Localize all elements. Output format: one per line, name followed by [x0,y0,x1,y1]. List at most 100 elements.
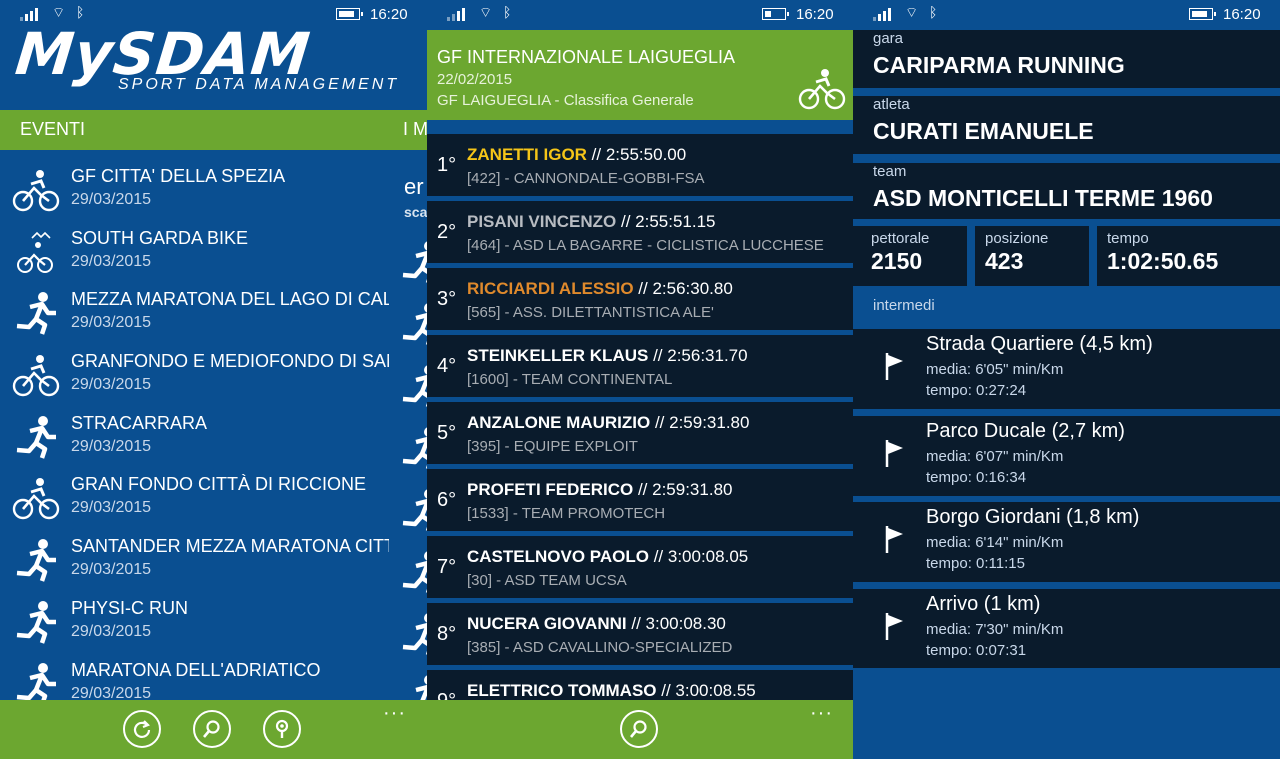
bib-team: [1600] - TEAM CONTINENTAL [467,371,673,388]
pivot-item-eventi[interactable]: EVENTI [20,119,85,140]
clock: 16:20 [370,6,408,23]
finish-time: // 2:55:51.15 [616,212,716,231]
next-pivot-preview: er sca [390,160,427,700]
table-row[interactable]: 9° ELETTRICO TOMMASO // 3:00:08.55 [427,670,853,700]
event-name: GRANFONDO E MEDIOFONDO DI SAN [71,351,389,372]
bib-team: [565] - ASS. DILETTANTISTICA ALE' [467,304,714,321]
bluetooth-icon: ᛒ [503,4,512,20]
refresh-button[interactable] [123,710,161,748]
rank: 3° [437,288,457,310]
athlete-name: PROFETI FEDERICO [467,480,634,499]
split-time: tempo: 0:07:31 [926,641,1027,659]
bib-team: [385] - ASD CAVALLINO-SPECIALIZED [467,639,733,656]
list-item[interactable]: MARATONA DELL'ADRIATICO 29/03/2015 [0,654,390,701]
split-pace: media: 6'14" min/Km [926,534,1064,551]
logo-brand: MySDAM [12,24,314,88]
list-item[interactable]: SANTANDER MEZZA MARATONA CITT 29/03/2015 [0,530,390,592]
list-item[interactable]: PHYSI-C RUN 29/03/2015 [0,592,390,654]
bluetooth-icon: ᛒ [76,4,85,20]
search-button[interactable] [193,710,231,748]
peek-subtitle: sca [404,204,427,220]
results-list: 1° ZANETTI IGOR // 2:55:50.00 [422] - CANN… [427,134,853,700]
table-row[interactable]: 2° PISANI VINCENZO // 2:55:51.15 [464] - A… [427,201,853,263]
search-button[interactable] [620,710,658,748]
logo-tagline: SPORT DATA MANAGEMENT [118,76,400,93]
event-date: 29/03/2015 [71,437,152,455]
table-row[interactable]: 1° ZANETTI IGOR // 2:55:50.00 [422] - CANN… [427,134,853,196]
list-item[interactable]: GRAN FONDO CITTÀ DI RICCIONE 29/03/2015 [0,468,390,530]
list-item[interactable]: Strada Quartiere (4,5 km) media: 6'05" mi… [853,329,1280,409]
split-time: tempo: 0:27:24 [926,382,1027,399]
peek-title: er [404,174,424,199]
time-label: tempo [1107,230,1149,247]
event-date: 29/03/2015 [71,376,152,394]
list-item[interactable]: GRANFONDO E MEDIOFONDO DI SAN 29/03/2015 [0,345,390,407]
runner-icon [398,612,427,655]
app-logo: MySDAM SPORT DATA MANAGEMENT [0,24,427,104]
empty-area [853,668,1280,759]
list-item[interactable]: MEZZA MARATONA DEL LAGO DI CAL 29/03/2015 [0,283,390,345]
list-item[interactable]: SOUTH GARDA BIKE 29/03/2015 [0,222,390,284]
runner-icon [12,538,60,582]
finish-time: // 2:59:31.80 [650,413,750,432]
list-item[interactable]: Parco Ducale (2,7 km) media: 6'07" min/Km… [853,415,1280,496]
time-cell: tempo 1:02:50.65 [1097,226,1280,286]
athlete-name: ANZALONE MAURIZIO [467,413,651,432]
bike-icon [12,168,60,212]
list-item[interactable]: GF CITTA' DELLA SPEZIA 29/03/2015 [0,160,390,222]
table-row[interactable]: 6° PROFETI FEDERICO // 2:59:31.80 [1533] -… [427,469,853,531]
status-bar: ⌔ ᛒ 16:20 [427,0,853,30]
split-name: Arrivo (1 km) [926,592,1041,615]
refresh-icon [133,720,151,738]
bike-icon [12,353,60,397]
runner-icon [398,426,427,469]
flag-icon [885,526,903,553]
runner-icon [12,600,60,644]
table-row[interactable]: 8° NUCERA GIOVANNI // 3:00:08.30 [385] - A… [427,603,853,665]
time-value: 1:02:50.65 [1107,248,1219,274]
bib-team: [422] - CANNONDALE-GOBBI-FSA [467,170,705,187]
rank: 7° [437,556,457,578]
signal-icon [20,7,38,21]
event-name: GF CITTA' DELLA SPEZIA [71,166,286,186]
runner-icon [398,364,427,407]
mtb-icon [12,230,60,274]
clock: 16:20 [796,6,834,23]
table-row[interactable]: 4° STEINKELLER KLAUS // 2:56:31.70 [1600] … [427,335,853,397]
rank: 8° [437,623,457,645]
table-row[interactable]: 5° ANZALONE MAURIZIO // 2:59:31.80 [395] -… [427,402,853,464]
splits-label: intermedi [873,297,935,314]
split-pace: media: 6'07" min/Km [926,447,1064,465]
more-button[interactable]: ··· [383,702,406,725]
event-date: 29/03/2015 [71,684,152,701]
signal-icon [873,7,891,21]
bib-team: [464] - ASD LA BAGARRE - CICLISTICA LUCC… [467,237,824,254]
pivot-item-next[interactable]: I M [403,119,427,140]
events-list: GF CITTA' DELLA SPEZIA 29/03/2015 SOUTH GA… [0,160,390,700]
more-button[interactable]: ··· [810,702,833,725]
list-item[interactable]: Arrivo (1 km) media: 7'30" min/Km tempo: 0… [853,588,1280,669]
flag-icon [885,353,903,380]
list-item[interactable]: STRACARRARA 29/03/2015 [0,407,390,469]
list-item[interactable]: Borgo Giordani (1,8 km) media: 6'14" min/… [853,502,1280,582]
events-screen: ⌔ ᛒ 16:20 MySDAM SPORT DATA MANAGEMENT E… [0,0,427,759]
rank: 4° [437,355,457,377]
event-name: SOUTH GARDA BIKE [71,227,249,248]
pin-button[interactable] [263,710,301,748]
rank: 2° [437,221,457,243]
split-pace: media: 7'30" min/Km [926,620,1064,638]
event-name: STRACARRARA [71,412,208,433]
event-date: 29/03/2015 [71,314,152,332]
event-name: PHYSI-C RUN [71,597,189,618]
event-name: MARATONA DELL'ADRIATICO [71,659,321,680]
runner-icon [12,291,60,336]
bib-team: [30] - ASD TEAM UCSA [467,572,627,589]
table-row[interactable]: 3° RICCIARDI ALESSIO // 2:56:30.80 [565] -… [427,268,853,330]
split-name: Strada Quartiere (4,5 km) [926,333,1153,355]
table-row[interactable]: 7° CASTELNOVO PAOLO // 3:00:08.05 [30] - A… [427,536,853,598]
runner-icon [398,674,427,700]
app-bar: ··· [0,700,427,759]
event-name: MEZZA MARATONA DEL LAGO DI CAL [71,289,389,310]
position-value: 423 [985,248,1024,274]
split-time: tempo: 0:11:15 [926,555,1025,572]
